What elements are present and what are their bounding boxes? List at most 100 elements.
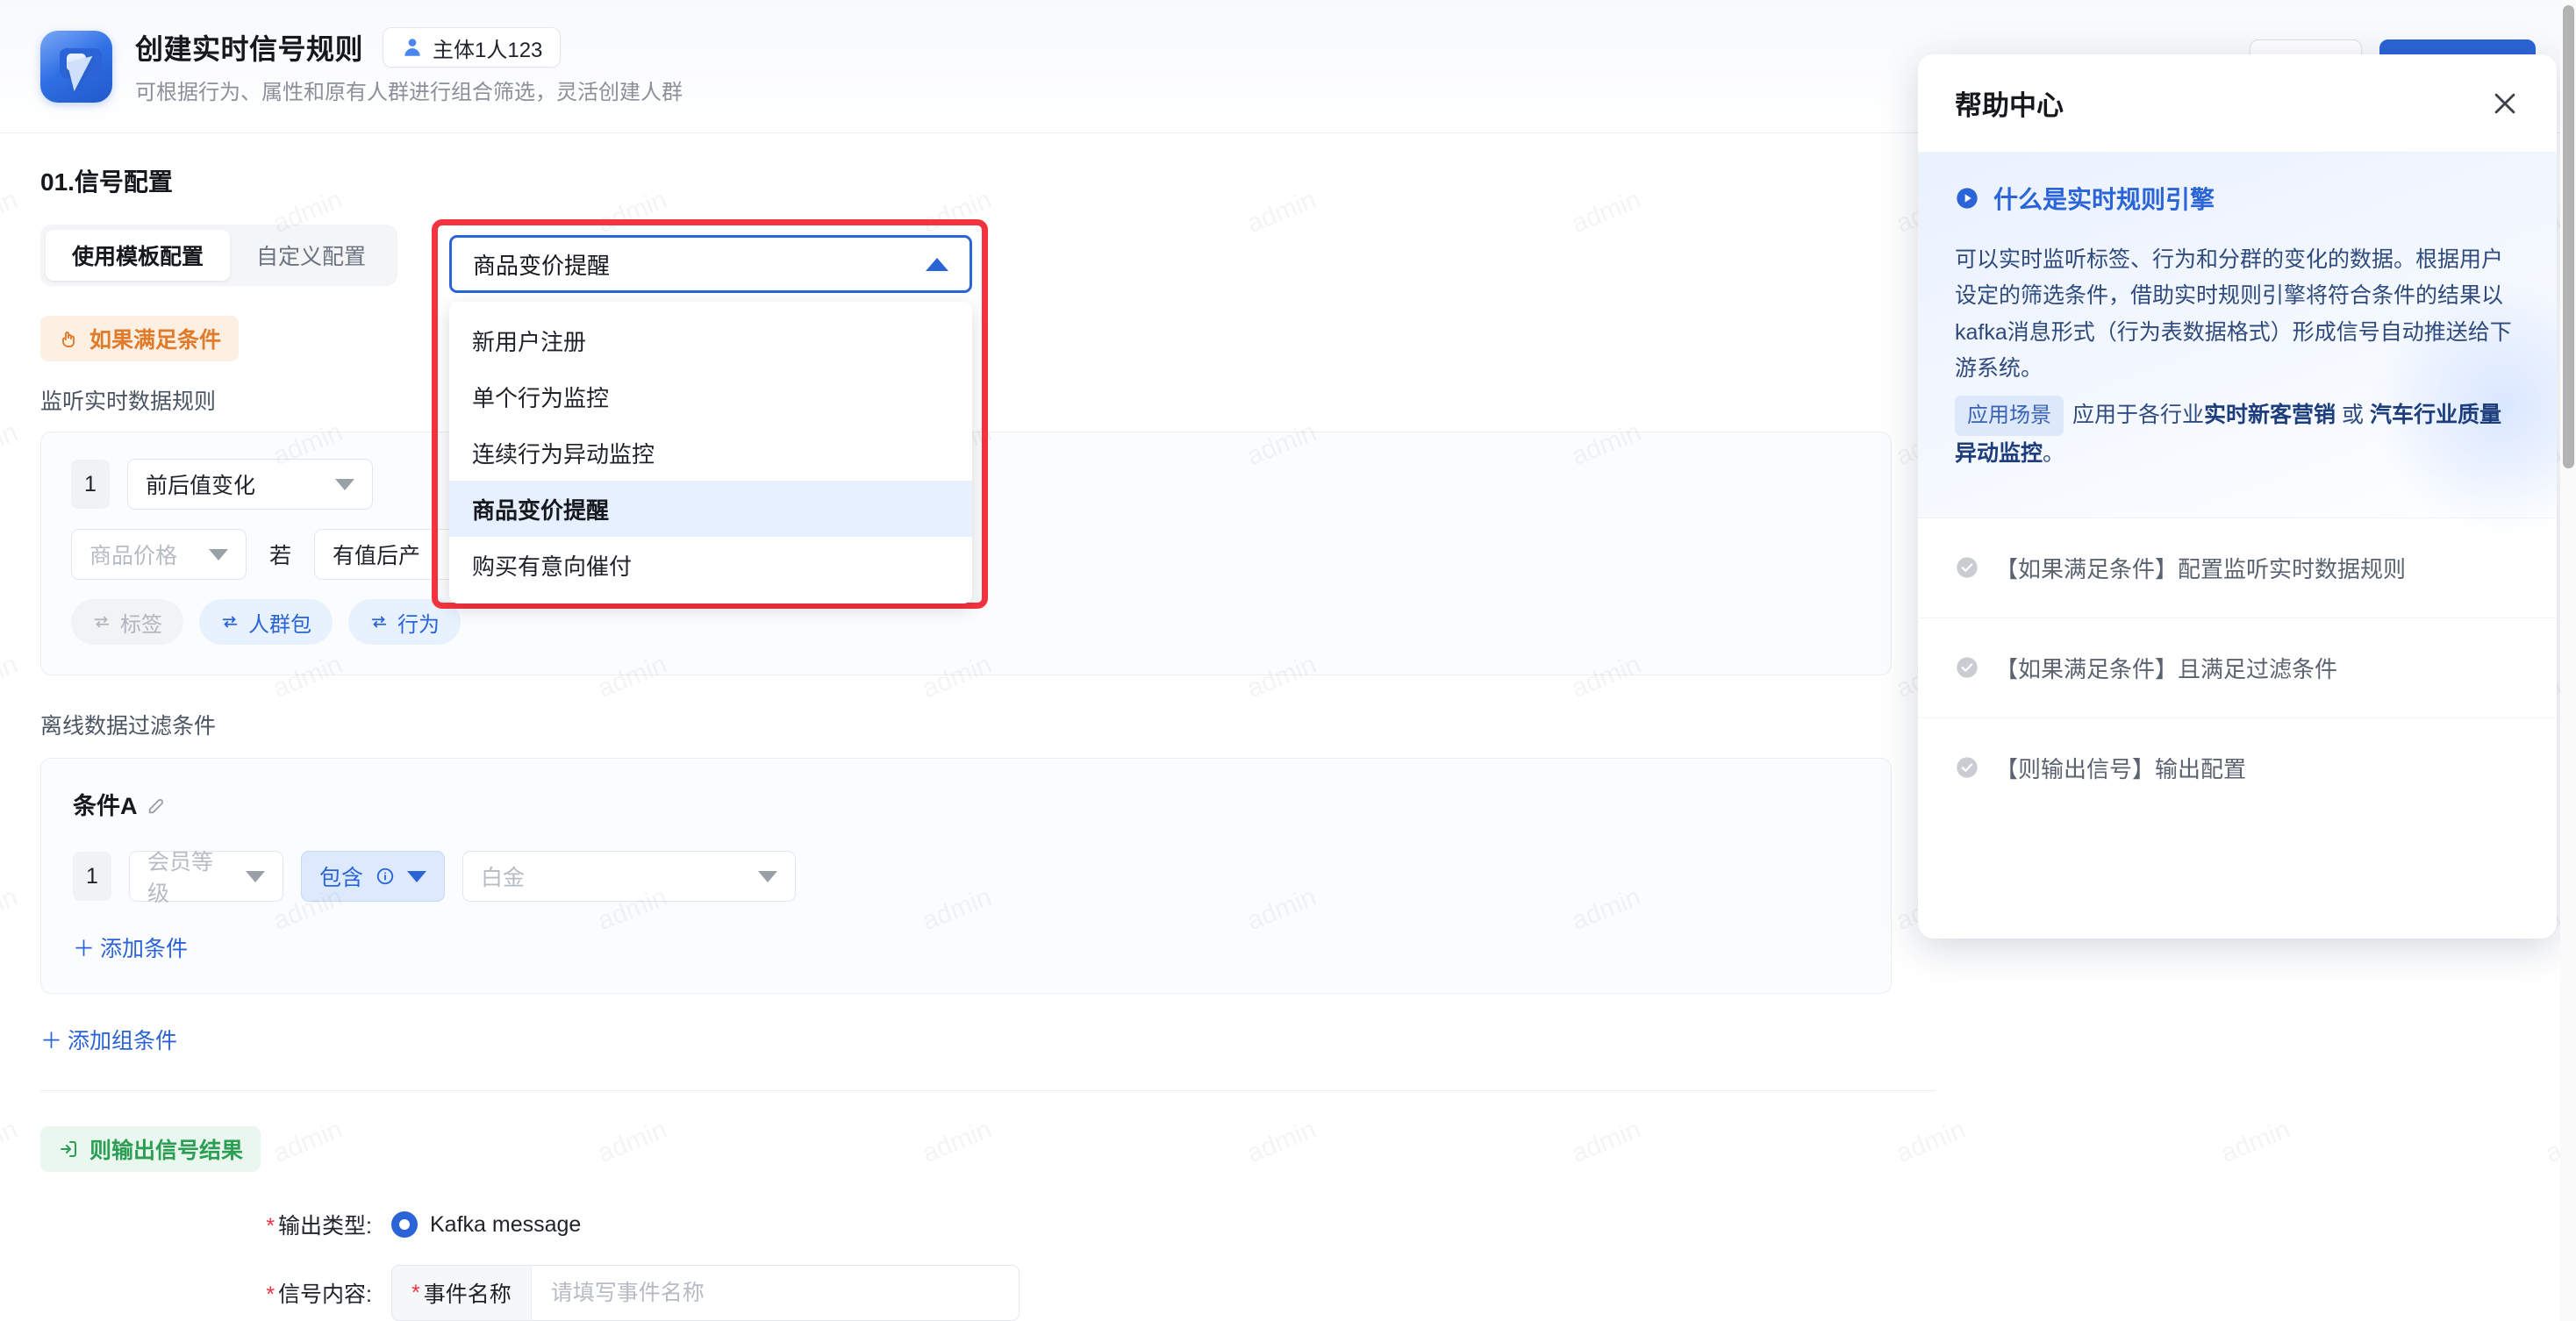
scene-bold-1: 实时新客营销 [2204,403,2336,427]
scene-prefix: 应用于各行业 [2072,403,2205,427]
swap-icon [222,616,238,628]
chevron-down-icon [335,478,354,490]
info-icon[interactable] [376,867,395,886]
template-select-value: 商品变价提醒 [473,252,611,279]
condition-group-name-label: 条件A [73,793,138,819]
output-type-label-text: 输出类型: [278,1214,372,1239]
add-group-condition-label: 添加组条件 [68,1029,178,1053]
chip-tag-label: 标签 [120,612,162,637]
attribute-select[interactable]: 商品价格 [71,529,247,580]
if-condition-label: 如果满足条件 [89,328,222,353]
change-type-select[interactable]: 前后值变化 [127,459,373,510]
swap-icon [371,616,387,628]
if-condition-badge: 如果满足条件 [40,316,240,361]
help-featured-paragraph: 可以实时监听标签、行为和分群的变化的数据。根据用户设定的筛选条件，借助实时规则引… [1955,247,2512,381]
app-root: 创建实时信号规则 主体1人123 可根据行为、属性和原有人群进行组合筛选，灵活创… [0,0,2576,1321]
change-type-value: 前后值变化 [146,474,256,498]
tab-template-config[interactable]: 使用模板配置 [46,230,231,281]
dropdown-option-single-behavior-monitor[interactable]: 单个行为监控 [449,368,972,425]
condition-value-select[interactable]: 白金 [462,851,797,902]
condition-field-value: 会员等级 [147,850,214,906]
required-asterisk: * [411,1280,420,1305]
check-circle-icon [1955,755,1979,780]
output-type-label: * 输出类型: [40,1209,391,1240]
output-type-radio[interactable]: Kafka message [391,1211,581,1238]
chevron-down-icon [246,870,265,882]
event-name-input[interactable] [531,1266,1019,1320]
chip-tag[interactable]: 标签 [71,599,183,645]
play-circle-icon [1955,186,1979,211]
attribute-value: 商品价格 [89,544,178,568]
plus-icon: ＋ [73,937,96,961]
scene-suffix: 。 [2043,440,2065,466]
condition-row: 1 会员等级 包含 白金 [73,850,1859,906]
section-divider [40,1090,1936,1091]
title-row: 创建实时信号规则 主体1人123 [135,27,683,68]
chevron-down-icon [407,870,427,882]
page-title: 创建实时信号规则 [135,33,364,65]
chevron-up-icon [926,257,948,271]
config-tabs: 使用模板配置 自定义配置 [40,225,398,286]
subject-badge-label: 主体1人123 [433,38,543,62]
rule-chips: 标签 人群包 行为 [71,599,1861,645]
condition-value-text: 白金 [481,866,526,890]
condition-operator-value: 包含 [319,866,364,890]
required-asterisk: * [266,1282,275,1307]
add-group-condition-link[interactable]: ＋ 添加组条件 [40,1024,177,1055]
tab-custom-config[interactable]: 自定义配置 [230,230,392,281]
page-scrollbar[interactable] [2560,0,2576,1321]
condition-index: 1 [73,852,111,901]
help-featured-question-text: 什么是实时规则引擎 [1993,186,2215,213]
chevron-down-icon [758,870,778,882]
subject-badge[interactable]: 主体1人123 [383,27,562,68]
output-signal-badge: 则输出信号结果 [40,1126,261,1172]
output-type-value: Kafka message [430,1211,582,1237]
dropdown-option-new-user-register[interactable]: 新用户注册 [449,312,972,368]
condition-group-card: 条件A 1 会员等级 包含 白金 ＋ 添加条件 [40,758,1892,994]
person-icon [401,36,424,59]
dropdown-option-purchase-intent-reminder[interactable]: 购买有意向催付 [449,537,972,593]
help-featured-section: 什么是实时规则引擎 可以实时监听标签、行为和分群的变化的数据。根据用户设定的筛选… [1918,153,2557,539]
help-item-label: 【如果满足条件】且满足过滤条件 [1995,655,2338,682]
help-featured-body: 可以实时监听标签、行为和分群的变化的数据。根据用户设定的筛选条件，借助实时规则引… [1955,242,2520,472]
check-circle-icon [1955,655,1979,680]
chevron-down-icon [209,548,228,561]
export-icon [61,1141,76,1157]
condition-value: 有值后产 [333,544,421,568]
rule-index: 1 [71,460,110,509]
condition-group-name: 条件A [73,787,166,821]
scene-middle: 或 [2336,403,2370,427]
event-name-input-group: * 事件名称 [391,1265,1020,1321]
help-center-panel: 帮助中心 什么是实时规则引擎 可以实时监听标签、行为和分群的变化的数据。根据用户… [1918,54,2557,939]
template-dropdown-list: 新用户注册 单个行为监控 连续行为异动监控 商品变价提醒 购买有意向催付 [449,302,972,603]
page-subtitle: 可根据行为、属性和原有人群进行组合筛选，灵活创建人群 [135,81,683,104]
add-condition-link[interactable]: ＋ 添加条件 [73,932,188,963]
signal-content-row: * 信号内容: * 事件名称 [40,1265,2536,1321]
condition-field-select[interactable]: 会员等级 [129,850,283,906]
edit-pencil-icon[interactable] [147,795,166,814]
help-item-output-config[interactable]: 【则输出信号】输出配置 [1918,718,2557,818]
hand-pointer-icon [62,332,75,347]
header-text-block: 创建实时信号规则 主体1人123 可根据行为、属性和原有人群进行组合筛选，灵活创… [135,27,683,105]
help-item-listen-rule[interactable]: 【如果满足条件】配置监听实时数据规则 [1918,518,2557,618]
app-logo-icon [40,30,112,103]
help-featured-question[interactable]: 什么是实时规则引擎 [1955,181,2520,216]
help-item-filter-condition[interactable]: 【如果满足条件】且满足过滤条件 [1918,618,2557,718]
output-type-row: * 输出类型: Kafka message [40,1209,2536,1240]
dropdown-option-continuous-behavior-anomaly[interactable]: 连续行为异动监控 [449,425,972,481]
plus-icon: ＋ [40,1029,63,1053]
radio-selected-icon [391,1211,418,1238]
add-condition-label: 添加条件 [100,937,189,961]
scrollbar-thumb[interactable] [2563,5,2574,468]
dropdown-option-price-change-alert[interactable]: 商品变价提醒 [449,481,972,537]
event-name-addon-text: 事件名称 [423,1282,512,1307]
template-select[interactable]: 商品变价提醒 [449,235,972,293]
help-center-title: 帮助中心 [1955,90,2064,121]
help-item-label: 【则输出信号】输出配置 [1995,755,2247,782]
chip-behavior[interactable]: 行为 [348,599,461,645]
swap-icon [94,616,110,628]
condition-operator-select[interactable]: 包含 [301,851,446,902]
scene-tag: 应用场景 [1955,396,2064,436]
close-icon[interactable] [2490,89,2520,118]
chip-crowd-pack[interactable]: 人群包 [199,599,333,645]
